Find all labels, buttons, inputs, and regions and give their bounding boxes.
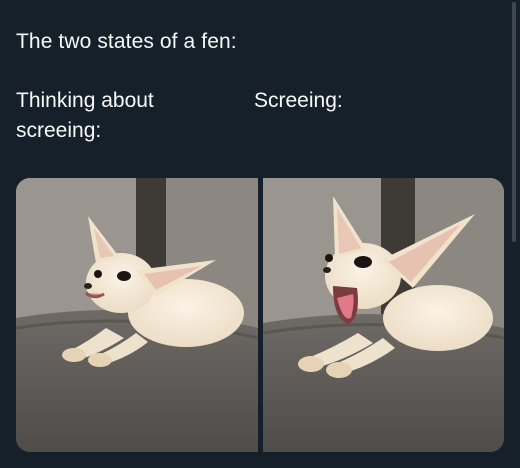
- calm-fennec-illustration: [16, 178, 258, 452]
- caption-left: Thinking about screeing:: [16, 89, 154, 142]
- screaming-fennec-illustration: [263, 178, 504, 452]
- post-text: The two states of a fen:: [16, 30, 237, 53]
- photo-screaming-fennec[interactable]: [263, 178, 504, 452]
- tweet-post: The two states of a fen: Thinking about …: [0, 0, 520, 468]
- caption-right: Screeing:: [254, 89, 343, 112]
- page-scrollbar[interactable]: [512, 2, 516, 242]
- media-grid[interactable]: [16, 178, 504, 452]
- photo-calm-fennec[interactable]: [16, 178, 258, 452]
